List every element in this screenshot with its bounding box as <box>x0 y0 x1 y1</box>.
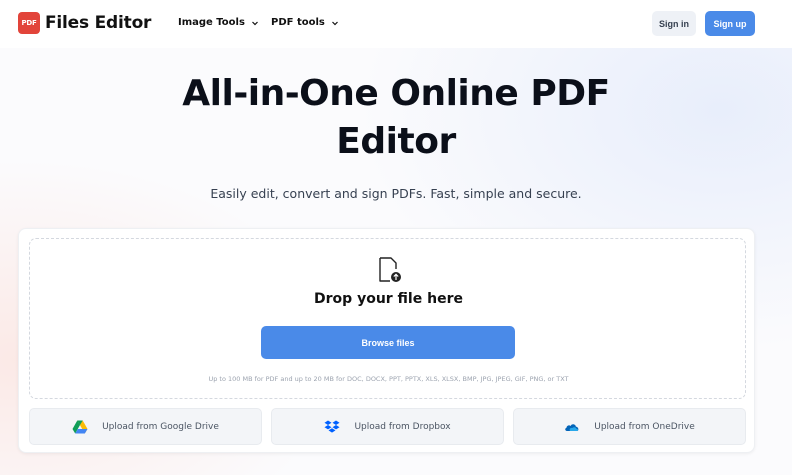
upload-dropbox-label: Upload from Dropbox <box>354 421 451 432</box>
onedrive-icon <box>565 423 579 431</box>
page-title-line-2: Editor <box>336 121 456 162</box>
browse-files-button[interactable]: Browse files <box>261 326 515 359</box>
logo-text: Files Editor <box>45 13 152 33</box>
upload-onedrive-button[interactable]: Upload from OneDrive <box>513 408 746 445</box>
page-subtitle: Easily edit, convert and sign PDFs. Fast… <box>210 186 582 201</box>
upload-onedrive-label: Upload from OneDrive <box>594 421 695 432</box>
file-dropzone[interactable]: Drop your file here Browse files Up to 1… <box>29 238 746 399</box>
pdf-logo-icon: PDF <box>18 12 40 34</box>
nav-pdf-tools-label: PDF tools <box>271 17 325 28</box>
upload-google-drive-label: Upload from Google Drive <box>102 421 219 432</box>
file-size-limits-text: Up to 100 MB for PDF and up to 20 MB for… <box>208 375 569 383</box>
page-title: All-in-One Online PDF Editor <box>120 70 672 166</box>
file-upload-icon <box>379 257 401 282</box>
nav-image-tools[interactable]: Image Tools <box>178 17 259 28</box>
upload-google-drive-button[interactable]: Upload from Google Drive <box>29 408 262 445</box>
nav-pdf-tools[interactable]: PDF tools <box>271 17 339 28</box>
top-navbar: PDF Files Editor Image Tools PDF tools S… <box>0 0 792 48</box>
chevron-down-icon <box>252 21 258 25</box>
chevron-down-icon <box>331 21 338 25</box>
google-drive-icon <box>72 420 88 433</box>
dropbox-icon <box>324 420 340 433</box>
sign-up-button[interactable]: Sign up <box>705 11 755 36</box>
site-logo[interactable]: PDF Files Editor <box>18 12 151 34</box>
page-title-line-1: All-in-One Online PDF <box>182 73 610 114</box>
upload-dropbox-button[interactable]: Upload from Dropbox <box>271 408 504 445</box>
nav-image-tools-label: Image Tools <box>178 17 245 28</box>
sign-in-button[interactable]: Sign in <box>652 11 696 36</box>
drop-file-heading: Drop your file here <box>314 291 463 307</box>
upload-card: Drop your file here Browse files Up to 1… <box>18 228 755 453</box>
cloud-upload-options: Upload from Google Drive Upload from Dro… <box>29 408 746 445</box>
